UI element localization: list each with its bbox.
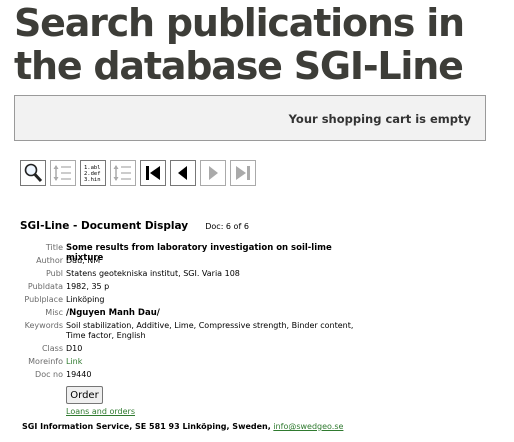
alphabetical-list-icon [53,165,71,181]
field-label: Moreinfo [28,357,63,366]
field-label: Publdata [27,282,63,291]
publdata-value: 1982, 35 p [66,282,110,291]
sort-list-button[interactable] [50,160,76,186]
publplace-value: Linköping [66,295,105,304]
short-list-button[interactable]: 1.abl 2.def 3.hin [80,160,106,186]
cart-status: Your shopping cart is empty [288,112,471,126]
previous-record-button[interactable] [170,160,196,186]
next-record-button[interactable] [200,160,226,186]
field-label: Title [45,243,63,252]
order-button[interactable]: Order [66,386,103,404]
misc-value: /Nguyen Manh Dau/ [66,308,160,318]
field-label: Author [36,256,63,265]
previous-page-icon [178,166,187,180]
full-list-button[interactable] [110,160,136,186]
moreinfo-link[interactable]: Link [66,357,366,367]
page-title: Search publications in the database SGI-… [14,1,465,88]
field-label: Keywords [24,321,63,330]
document-heading: SGI-Line - Document Display [20,220,189,232]
field-label: Class [41,344,63,353]
document-counter: Doc: 6 of 6 [205,222,249,231]
field-label: Publ [45,269,63,278]
keywords-value: Soil stabilization, Additive, Lime, Comp… [66,321,354,340]
field-label: Misc [45,308,63,317]
alphabetical-list-icon [113,165,131,181]
document-header: SGI-Line - Document Display Doc: 6 of 6 [20,214,249,233]
numbered-list-icon: 1.abl 2.def 3.hin [84,165,101,183]
publisher-value: Statens geotekniska institut, SGI. Varia… [66,269,240,278]
last-page-icon [236,166,250,180]
shopping-cart-panel: Your shopping cart is empty [14,95,486,141]
next-page-icon [209,166,218,180]
search-button[interactable] [20,160,46,186]
list-line-3: 3.hin [84,177,101,183]
first-page-icon [146,166,160,180]
first-record-button[interactable] [140,160,166,186]
footer-address: SGI Information Service, SE 581 93 Linkö… [22,422,271,431]
loans-and-orders-link[interactable]: Loans and orders [66,407,135,416]
magnifier-icon [24,163,43,183]
field-label: Doc no [35,370,63,379]
author-value: Dau, NM [66,256,101,265]
last-record-button[interactable] [230,160,256,186]
field-label: Publplace [24,295,63,304]
docno-value: 19440 [66,370,92,379]
footer: SGI Information Service, SE 581 93 Linkö… [22,422,343,431]
footer-email-link[interactable]: info@swedgeo.se [273,422,343,431]
class-value: D10 [66,344,83,353]
